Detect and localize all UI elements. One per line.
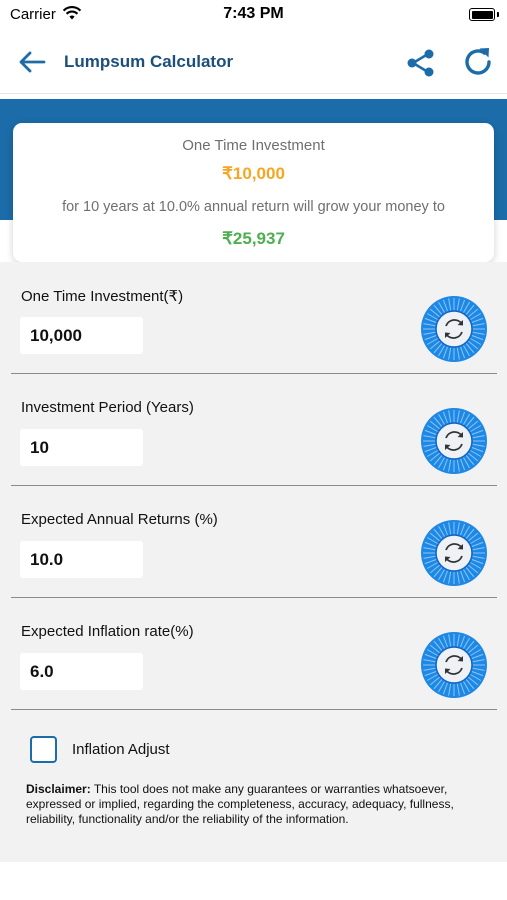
- field-label: Expected Inflation rate(%): [21, 623, 194, 640]
- battery-icon: [469, 8, 495, 21]
- page-title: Lumpsum Calculator: [64, 52, 234, 71]
- field-inflation-rate: Expected Inflation rate(%): [11, 598, 497, 710]
- refresh-button[interactable]: [460, 44, 496, 80]
- inflation-dial-knob[interactable]: [420, 631, 488, 699]
- app-bar: Lumpsum Calculator: [0, 30, 507, 94]
- refresh-icon: [465, 48, 491, 75]
- inflation-rate-input[interactable]: [20, 653, 143, 690]
- rotary-dial-icon: [421, 632, 487, 698]
- inflation-adjust-checkbox[interactable]: [30, 736, 57, 763]
- summary-result-amount: ₹25,937: [222, 229, 285, 248]
- disclaimer-title: Disclaimer:: [26, 782, 91, 796]
- field-label: Expected Annual Returns (%): [21, 511, 218, 528]
- calculator-form: One Time Investment(₹) Investment Period…: [0, 262, 507, 862]
- back-button[interactable]: [16, 48, 48, 76]
- returns-dial-knob[interactable]: [420, 519, 488, 587]
- rotary-dial-icon: [421, 520, 487, 586]
- field-label: Investment Period (Years): [21, 399, 194, 416]
- investment-dial-knob[interactable]: [420, 295, 488, 363]
- rotary-dial-icon: [421, 296, 487, 362]
- one-time-investment-input[interactable]: [20, 317, 143, 354]
- inflation-adjust-toggle[interactable]: Inflation Adjust: [30, 736, 330, 764]
- disclaimer: Disclaimer: This tool does not make any …: [26, 782, 476, 827]
- rotary-dial-icon: [421, 408, 487, 474]
- summary-label: One Time Investment: [182, 137, 325, 154]
- field-expected-returns: Expected Annual Returns (%): [11, 486, 497, 598]
- field-investment-period: Investment Period (Years): [11, 374, 497, 486]
- field-one-time-investment: One Time Investment(₹): [11, 262, 497, 374]
- expected-returns-input[interactable]: [20, 541, 143, 578]
- share-button[interactable]: [404, 46, 438, 80]
- field-label: One Time Investment(₹): [21, 288, 184, 305]
- battery-tip: [497, 12, 499, 17]
- inflation-adjust-label: Inflation Adjust: [72, 741, 170, 758]
- arrow-left-icon: [19, 51, 46, 73]
- investment-period-input[interactable]: [20, 429, 143, 466]
- disclaimer-text: This tool does not make any guarantees o…: [26, 782, 454, 826]
- summary-description: for 10 years at 10.0% annual return will…: [62, 199, 445, 215]
- share-icon: [407, 49, 434, 77]
- status-time: 7:43 PM: [223, 5, 284, 22]
- period-dial-knob[interactable]: [420, 407, 488, 475]
- summary-investment-amount: ₹10,000: [222, 164, 285, 183]
- summary-card: One Time Investment ₹10,000 for 10 years…: [13, 123, 494, 262]
- status-bar: Carrier 7:43 PM: [0, 0, 507, 30]
